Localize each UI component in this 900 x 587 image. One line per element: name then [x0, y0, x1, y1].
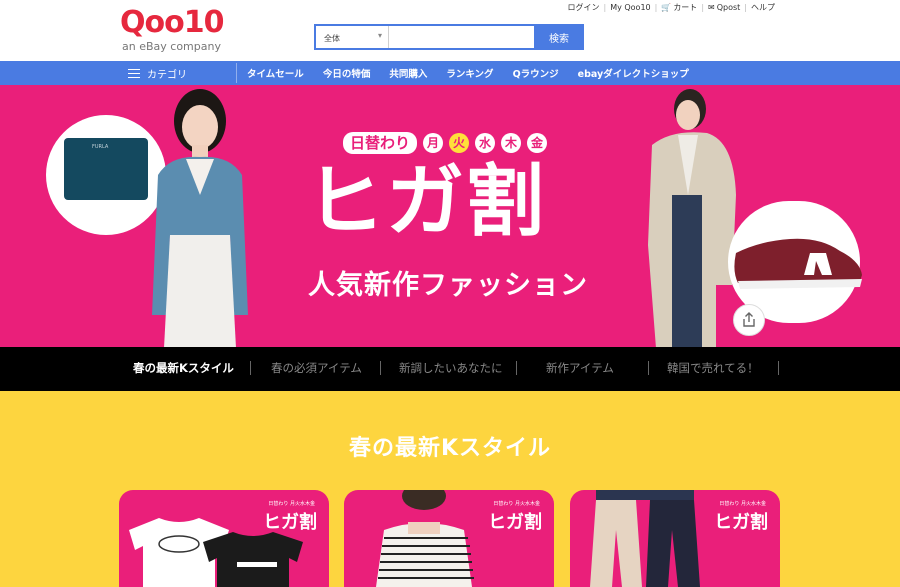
wallet-brand: FURLA: [92, 144, 109, 150]
qpost-link[interactable]: Qpost: [717, 3, 741, 12]
hero-banner[interactable]: FURLA 日替わり 月 火 水 木 金 ヒガ割 人気新作ファッション: [0, 85, 900, 348]
card-tag: 日替わり 月火水木金: [493, 501, 540, 507]
model-man-image: [648, 89, 736, 348]
divider: |: [654, 3, 658, 12]
banner-title: ヒガ割: [306, 157, 547, 247]
search-bar: 全体 ▾ 検索: [314, 24, 584, 50]
day-wed: 水: [475, 133, 496, 153]
product-card[interactable]: 日替わり 月火水木金 ヒガ割: [570, 490, 780, 587]
tab-spring-k-style[interactable]: 春の最新Kスタイル: [133, 360, 234, 376]
card-badge: ヒガ割: [488, 512, 542, 533]
divider: [516, 361, 517, 375]
sneaker-image: [734, 238, 862, 289]
search-button[interactable]: 検索: [534, 24, 584, 50]
my-qoo10-link[interactable]: My Qoo10: [610, 3, 650, 12]
search-category-select[interactable]: 全体 ▾: [316, 26, 388, 48]
search-category-label: 全体: [324, 34, 340, 43]
day-thu: 木: [501, 133, 522, 153]
daily-label: 日替わり: [343, 132, 418, 154]
login-link[interactable]: ログイン: [567, 2, 599, 13]
logo-subtext: an eBay company: [122, 40, 221, 53]
product-card[interactable]: 日替わり 月火水木金 ヒガ割: [119, 490, 329, 587]
card-tag: 日替わり 月火水木金: [268, 501, 315, 507]
divider: |: [701, 3, 705, 12]
qoo10-logo[interactable]: Qoo10 an eBay company: [120, 6, 230, 56]
wallet-image: FURLA: [64, 138, 148, 200]
chevron-down-icon: ▾: [377, 31, 382, 40]
card-badge: ヒガ割: [263, 512, 317, 533]
tab-new-outfit[interactable]: 新調したいあなたに: [399, 360, 503, 376]
nav-link-q-lounge[interactable]: Qラウンジ: [513, 66, 559, 80]
nav-link-time-sale[interactable]: タイムセール: [247, 66, 304, 80]
nav-link-todays-deal[interactable]: 今日の特価: [323, 66, 371, 80]
tab-korea-bestsellers[interactable]: 韓国で売れてる！: [667, 360, 759, 376]
cart-icon: 🛒: [661, 3, 672, 12]
utility-links: ログイン | My Qoo10 | 🛒 カート | ✉ Qpost | ヘルプ: [567, 2, 775, 13]
main-nav: カテゴリ タイムセール 今日の特価 共同購入 ランキング Qラウンジ ebayダ…: [0, 61, 900, 85]
nav-link-ebay-direct[interactable]: ebayダイレクトショップ: [578, 66, 689, 80]
category-menu-button[interactable]: カテゴリ: [128, 61, 187, 85]
divider: |: [744, 3, 747, 12]
model-woman-image: [152, 89, 248, 348]
help-link[interactable]: ヘルプ: [751, 2, 775, 13]
card-tag: 日替わり 月火水木金: [719, 501, 766, 507]
share-button[interactable]: [733, 304, 765, 336]
day-mon: 月: [423, 133, 444, 153]
nav-link-group-buy[interactable]: 共同購入: [389, 66, 427, 80]
card-badge: ヒガ割: [714, 512, 768, 533]
divider: [236, 63, 237, 83]
divider: [778, 361, 779, 375]
section-title: 春の最新Kスタイル: [348, 436, 552, 461]
logo-text: Qoo10: [120, 5, 224, 40]
hamburger-icon: [128, 69, 140, 78]
day-tue: 火: [449, 133, 470, 153]
category-menu-label: カテゴリ: [147, 69, 187, 81]
divider: |: [603, 3, 607, 12]
mail-icon: ✉: [708, 3, 715, 12]
nav-link-ranking[interactable]: ランキング: [446, 66, 493, 80]
category-tabs: 春の最新Kスタイル 春の必須アイテム 新調したいあなたに 新作アイテム 韓国で売…: [0, 347, 900, 391]
nav-links: タイムセール 今日の特価 共同購入 ランキング Qラウンジ ebayダイレクトシ…: [247, 61, 708, 85]
product-card[interactable]: 日替わり 月火水木金 ヒガ割: [344, 490, 554, 587]
tab-new-items[interactable]: 新作アイテム: [546, 360, 614, 376]
site-header: Qoo10 an eBay company 全体 ▾ 検索 ログイン | My …: [0, 0, 900, 62]
weekday-badges: 日替わり 月 火 水 木 金: [343, 132, 553, 154]
tab-spring-essentials[interactable]: 春の必須アイテム: [271, 360, 362, 376]
divider: [380, 361, 381, 375]
cart-link[interactable]: カート: [673, 2, 697, 13]
banner-subtitle: 人気新作ファッション: [308, 270, 588, 301]
divider: [250, 361, 251, 375]
day-fri: 金: [527, 133, 548, 153]
search-input[interactable]: [388, 26, 536, 48]
share-icon: [743, 312, 755, 327]
divider: [648, 361, 649, 375]
